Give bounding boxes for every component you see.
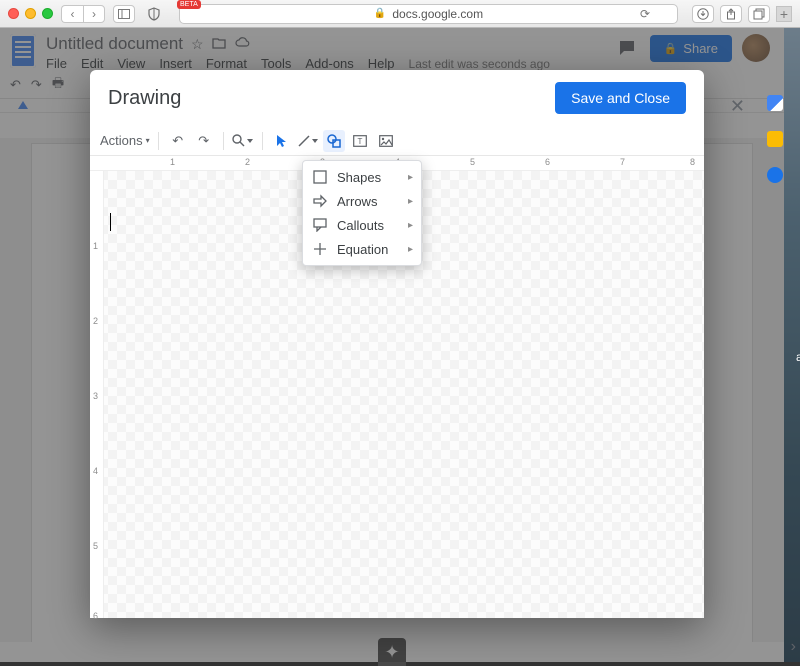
back-button[interactable]: ‹ (61, 5, 83, 23)
ruler-tick: 1 (93, 241, 98, 251)
shield-icon (147, 7, 161, 21)
menu-label: Equation (337, 242, 388, 257)
zoom-dropdown[interactable] (232, 130, 254, 152)
drawing-toolbar: Actions ▾ ↶ ↷ T (90, 126, 704, 156)
url-text: docs.google.com (392, 7, 483, 21)
actions-menu[interactable]: Actions ▾ (100, 133, 150, 148)
sidebar-icon (118, 9, 130, 19)
close-icon[interactable]: ✕ (730, 96, 745, 117)
text-cursor (110, 213, 111, 231)
lock-icon: 🔒 (374, 8, 386, 19)
vertical-ruler: 1 2 3 4 5 6 (90, 171, 104, 618)
ruler-tick: 2 (93, 316, 98, 326)
beta-badge: BETA (177, 0, 201, 9)
menu-item-shapes[interactable]: Shapes ▸ (303, 165, 421, 189)
menu-label: Callouts (337, 218, 384, 233)
chevron-down-icon: ▾ (146, 136, 150, 145)
submenu-arrow-icon: ▸ (408, 172, 413, 183)
menu-item-arrows[interactable]: Arrows ▸ (303, 189, 421, 213)
keep-icon[interactable] (767, 131, 783, 147)
menu-label: Shapes (337, 170, 381, 185)
undo-button[interactable]: ↶ (167, 130, 189, 152)
equation-icon (313, 242, 327, 256)
calendar-icon[interactable] (767, 95, 783, 111)
ruler-tick: 3 (93, 391, 98, 401)
ruler-tick: 6 (545, 157, 550, 167)
reload-icon[interactable]: ⟳ (640, 7, 650, 21)
redo-button[interactable]: ↷ (193, 130, 215, 152)
actions-label: Actions (100, 133, 143, 148)
save-and-close-button[interactable]: Save and Close (555, 82, 686, 114)
textbox-icon: T (353, 135, 367, 147)
dialog-title: Drawing (108, 87, 181, 110)
shape-icon (327, 134, 341, 148)
show-side-panel[interactable]: › (791, 638, 796, 656)
shape-menu: Shapes ▸ Arrows ▸ Callouts ▸ Equation ▸ (302, 160, 422, 266)
submenu-arrow-icon: ▸ (408, 220, 413, 231)
submenu-arrow-icon: ▸ (408, 244, 413, 255)
new-tab-button[interactable]: + (776, 6, 792, 22)
privacy-report-button[interactable] (143, 5, 165, 23)
zoom-window[interactable] (42, 8, 53, 19)
sidebar-toggle[interactable] (113, 5, 135, 23)
ruler-tick: 1 (170, 157, 175, 167)
ruler-tick: 5 (93, 541, 98, 551)
zoom-icon (232, 134, 245, 147)
cursor-icon (276, 134, 288, 148)
shapes-icon (313, 170, 327, 184)
submenu-arrow-icon: ▸ (408, 196, 413, 207)
ruler-tick: 8 (690, 157, 695, 167)
shape-tool[interactable] (323, 130, 345, 152)
menu-label: Arrows (337, 194, 377, 209)
tabs-icon (753, 8, 765, 20)
ruler-tick: 4 (93, 466, 98, 476)
svg-text:T: T (357, 137, 362, 146)
image-icon (379, 135, 393, 147)
minimize-window[interactable] (25, 8, 36, 19)
separator (223, 132, 224, 150)
drawing-dialog: Drawing Save and Close Actions ▾ ↶ ↷ T (90, 70, 704, 618)
separator (262, 132, 263, 150)
downloads-button[interactable] (692, 5, 714, 23)
ruler-tick: 7 (620, 157, 625, 167)
callouts-icon (313, 218, 327, 232)
forward-button[interactable]: › (83, 5, 105, 23)
separator (158, 132, 159, 150)
ruler-tick: 2 (245, 157, 250, 167)
menu-item-equation[interactable]: Equation ▸ (303, 237, 421, 261)
download-icon (697, 8, 709, 20)
share-button-safari[interactable] (720, 5, 742, 23)
menu-item-callouts[interactable]: Callouts ▸ (303, 213, 421, 237)
safari-toolbar: ‹ › BETA 🔒 docs.google.com ⟳ + (0, 0, 800, 28)
ruler-tick: 6 (93, 611, 98, 621)
ruler-tick: 5 (470, 157, 475, 167)
side-panel (753, 95, 797, 183)
line-tool[interactable] (297, 130, 319, 152)
dialog-header: Drawing Save and Close (90, 70, 704, 126)
tasks-icon[interactable] (767, 167, 783, 183)
tabs-button[interactable] (748, 5, 770, 23)
image-tool[interactable] (375, 130, 397, 152)
arrows-icon (313, 194, 327, 208)
close-window[interactable] (8, 8, 19, 19)
share-icon (725, 8, 737, 20)
nav-buttons: ‹ › (61, 5, 105, 23)
address-bar[interactable]: 🔒 docs.google.com ⟳ (179, 4, 678, 24)
window-controls (8, 8, 53, 19)
textbox-tool[interactable]: T (349, 130, 371, 152)
clipped-text: age (796, 350, 800, 364)
select-tool[interactable] (271, 130, 293, 152)
line-icon (298, 135, 310, 147)
